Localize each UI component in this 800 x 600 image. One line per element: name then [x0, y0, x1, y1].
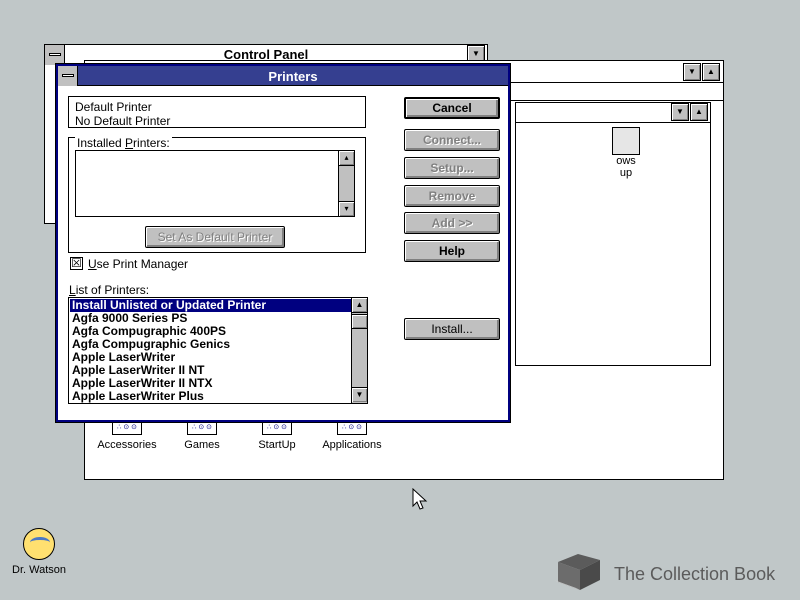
list-of-printers-label: List of Printers:: [69, 283, 149, 297]
program-group-icon: ∴ ⊙ ⊙: [337, 421, 367, 435]
program-group-window[interactable]: ▼ ▲ ows up: [515, 102, 711, 366]
printers-dialog[interactable]: Printers Default Printer No Default Prin…: [56, 64, 510, 422]
scroll-down-icon[interactable]: ▼: [352, 387, 367, 402]
scroll-up-icon[interactable]: ▴: [339, 151, 354, 166]
computer-icon: [612, 127, 640, 155]
program-manager-minimize-icon[interactable]: ▼: [683, 63, 701, 81]
group-icon-label: StartUp: [258, 439, 296, 451]
connect-button[interactable]: Connect...: [404, 129, 500, 151]
list-of-printers-listbox[interactable]: Install Unlisted or Updated Printer Agfa…: [68, 297, 368, 404]
default-printer-group: Default Printer No Default Printer: [68, 96, 366, 128]
checkbox-checked-icon[interactable]: ☒: [70, 257, 83, 270]
printer-list-scrollbar[interactable]: ▲ ▼: [351, 298, 367, 403]
group-icon-label: Accessories: [97, 439, 157, 451]
group-icon-label: Games: [184, 439, 220, 451]
printers-dialog-title: Printers: [268, 69, 318, 84]
default-printer-value: No Default Printer: [75, 114, 171, 128]
add-button[interactable]: Add >>: [404, 212, 500, 234]
watermark: The Collection Book: [548, 550, 798, 594]
program-manager-maximize-icon[interactable]: ▲: [702, 63, 720, 81]
dr-watson-face-icon: [23, 528, 55, 560]
dr-watson-icon[interactable]: Dr. Watson: [8, 528, 70, 576]
group-icon-games[interactable]: ∴ ⊙ ⊙ Games: [162, 421, 242, 451]
installed-printers-label-post: rinters:: [133, 136, 170, 150]
scroll-up-icon[interactable]: ▲: [352, 298, 367, 313]
program-group-icon: ∴ ⊙ ⊙: [112, 421, 142, 435]
program-item-label-2: up: [619, 167, 633, 179]
group-icon-label: Applications: [322, 439, 382, 451]
printers-dialog-titlebar[interactable]: Printers: [58, 66, 508, 86]
install-button[interactable]: Install...: [404, 318, 500, 340]
watermark-text: The Collection Book: [614, 564, 776, 584]
installed-printers-list[interactable]: ▴ ▾: [75, 150, 355, 217]
program-group-titlebar[interactable]: ▼ ▲: [516, 103, 710, 123]
list-of-printers-label-underline: L: [69, 283, 76, 297]
scroll-thumb[interactable]: [352, 314, 367, 329]
printers-system-menu-icon[interactable]: [58, 66, 78, 86]
scroll-down-icon[interactable]: ▾: [339, 201, 354, 216]
use-print-manager-label: Use Print Manager: [88, 257, 188, 271]
installed-printers-group-label: Installed Printers:: [75, 137, 172, 149]
use-print-manager-checkbox[interactable]: ☒ Use Print Manager: [70, 257, 270, 273]
list-of-printers-label-post: ist of Printers:: [75, 283, 150, 297]
remove-button[interactable]: Remove: [404, 185, 500, 207]
group-icon-accessories[interactable]: ∴ ⊙ ⊙ Accessories: [87, 421, 167, 451]
mouse-cursor-icon: [412, 488, 428, 510]
installed-printers-label-pre: Installed: [77, 136, 126, 150]
printer-list-items: Install Unlisted or Updated Printer Agfa…: [70, 299, 351, 403]
help-button[interactable]: Help: [404, 240, 500, 262]
list-item[interactable]: Apple LaserWriter Plus: [70, 390, 351, 403]
program-group-icon: ∴ ⊙ ⊙: [187, 421, 217, 435]
printers-dialog-body: Default Printer No Default Printer Insta…: [58, 86, 508, 420]
program-group-maximize-icon[interactable]: ▲: [690, 103, 708, 121]
cancel-button[interactable]: Cancel: [404, 97, 500, 119]
program-item-label-1: ows: [616, 155, 636, 167]
program-item-icon[interactable]: ows up: [576, 127, 676, 179]
group-icon-startup[interactable]: ∴ ⊙ ⊙ StartUp: [237, 421, 317, 451]
group-icon-applications[interactable]: ∴ ⊙ ⊙ Applications: [312, 421, 392, 451]
installed-printers-label-underline: P: [125, 136, 134, 150]
installed-printers-group: Installed Printers: ▴ ▾ Set As Default P…: [68, 137, 366, 253]
installed-printers-scrollbar[interactable]: ▴ ▾: [338, 151, 354, 216]
default-printer-group-label: Default Printer: [75, 100, 152, 114]
use-print-manager-label-post: se Print Manager: [96, 257, 189, 271]
dr-watson-label: Dr. Watson: [12, 564, 66, 576]
use-print-manager-label-underline: U: [88, 257, 97, 271]
book-icon: [554, 554, 600, 590]
setup-button[interactable]: Setup...: [404, 157, 500, 179]
program-group-icon: ∴ ⊙ ⊙: [262, 421, 292, 435]
program-group-minimize-icon[interactable]: ▼: [671, 103, 689, 121]
set-default-printer-button[interactable]: Set As Default Printer: [145, 226, 285, 248]
